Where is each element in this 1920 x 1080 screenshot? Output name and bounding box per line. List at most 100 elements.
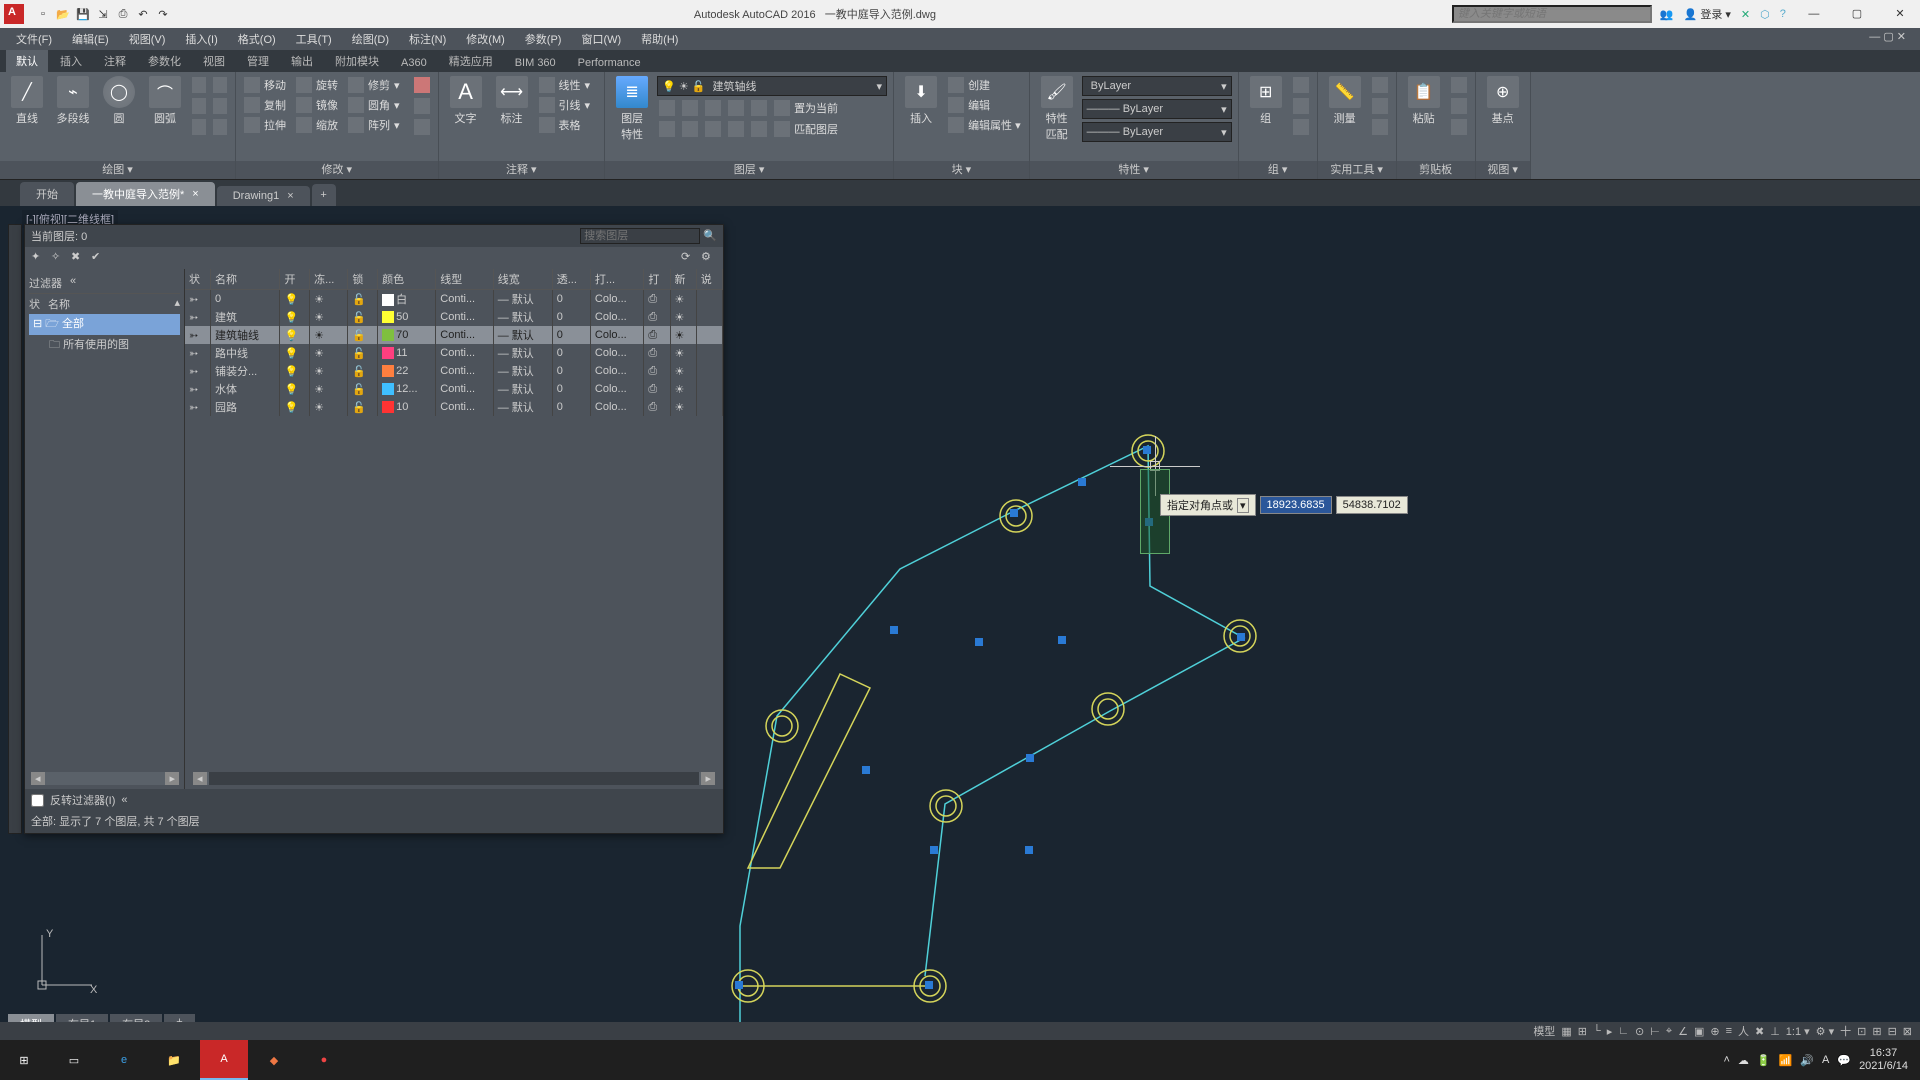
copy-clip-icon[interactable]	[1449, 97, 1469, 115]
menu-window[interactable]: 窗口(W)	[573, 31, 629, 47]
qat-print-icon[interactable]: ⎙	[114, 5, 132, 23]
layer-tool4-icon[interactable]	[726, 99, 746, 117]
status-osnap-icon[interactable]: ⊙	[1635, 1025, 1644, 1038]
layer-col[interactable]: 名称	[211, 269, 280, 290]
maximize-button[interactable]: ▢	[1837, 0, 1877, 28]
newlayer-vp-icon[interactable]: ✧	[51, 250, 67, 266]
layer-col[interactable]: 透...	[552, 269, 590, 290]
grid-scroll-left[interactable]: ◂	[193, 772, 207, 785]
panel-view-label[interactable]: 视图 ▾	[1476, 161, 1530, 179]
ribbon-tab-annotate[interactable]: 注释	[94, 50, 136, 72]
refresh-icon[interactable]: ⟳	[681, 250, 697, 266]
layer-tool6-icon[interactable]	[657, 120, 677, 138]
leader-button[interactable]: 引线 ▾	[537, 96, 593, 114]
menu-tools[interactable]: 工具(T)	[288, 31, 340, 47]
status-annoscale-icon[interactable]: ⊥	[1770, 1025, 1780, 1038]
region-icon[interactable]	[211, 118, 229, 136]
tab-close-icon[interactable]: ×	[287, 190, 293, 202]
layer-search-input[interactable]	[580, 228, 700, 244]
util-1-icon[interactable]	[1370, 76, 1390, 94]
tab-start[interactable]: 开始	[20, 182, 74, 206]
start-button[interactable]: ⊞	[0, 1040, 48, 1080]
qat-undo-icon[interactable]: ↶	[134, 5, 152, 23]
taskbar-clock[interactable]: 16:372021/6/14	[1859, 1047, 1908, 1073]
invert-filter-checkbox[interactable]	[31, 794, 44, 807]
layer-row[interactable]: ➳建筑轴线💡☀🔓70Conti...— 默认0Colo...⎙☀	[185, 326, 723, 344]
taskbar-edge-icon[interactable]: e	[100, 1040, 148, 1080]
ribbon-minimize-icon[interactable]: — ▢ ✕	[1861, 30, 1914, 43]
point-icon[interactable]	[190, 118, 208, 136]
menu-param[interactable]: 参数(P)	[517, 31, 570, 47]
qat-saveas-icon[interactable]: ⇲	[94, 5, 112, 23]
status-gear-icon[interactable]: ⚙ ▾	[1816, 1025, 1834, 1038]
layer-col[interactable]: 说	[696, 269, 722, 290]
signin-button[interactable]: 👤 登录 ▾	[1684, 6, 1731, 22]
tray-volume-icon[interactable]: 🔊	[1800, 1054, 1814, 1067]
group-bbox-icon[interactable]	[1291, 118, 1311, 136]
layer-tool7-icon[interactable]	[680, 120, 700, 138]
layer-tool2-icon[interactable]	[680, 99, 700, 117]
menu-dim[interactable]: 标注(N)	[401, 31, 454, 47]
match-layer-button[interactable]: 匹配图层	[772, 120, 840, 138]
layer-col[interactable]: 线宽	[493, 269, 552, 290]
menu-help[interactable]: 帮助(H)	[633, 31, 686, 47]
status-3d-icon[interactable]: ≡	[1726, 1025, 1732, 1037]
minimize-button[interactable]: —	[1794, 0, 1834, 28]
qat-open-icon[interactable]: 📂	[54, 5, 72, 23]
text-button[interactable]: A文字	[445, 76, 487, 126]
new-tab-button[interactable]: +	[312, 184, 336, 206]
explode-icon[interactable]	[412, 97, 432, 115]
layer-properties-button[interactable]: ≣图层 特性	[611, 76, 653, 142]
tab-drawing-1[interactable]: 一教中庭导入范例*×	[76, 182, 215, 206]
status-polar-icon[interactable]: ▸	[1607, 1025, 1613, 1038]
layer-combo[interactable]: 💡 ☀ 🔓 建筑轴线▾	[657, 76, 887, 96]
status-ws-icon[interactable]: ⊡	[1857, 1025, 1866, 1038]
infocenter-icon[interactable]: 👥	[1660, 8, 1674, 21]
layer-col[interactable]: 锁	[348, 269, 378, 290]
ribbon-tab-output[interactable]: 输出	[281, 50, 323, 72]
erase-icon[interactable]	[412, 76, 432, 94]
tab-drawing-2[interactable]: Drawing1×	[217, 186, 310, 206]
new-layer-icon[interactable]: ✦	[31, 250, 47, 266]
status-custom-icon[interactable]: ⊠	[1903, 1025, 1912, 1038]
palette-dock-handle[interactable]	[8, 224, 22, 834]
basepoint-button[interactable]: ⊕基点	[1482, 76, 1524, 126]
ribbon-tab-default[interactable]: 默认	[6, 50, 48, 72]
group-edit-icon[interactable]	[1291, 97, 1311, 115]
make-current-button[interactable]: 置为当前	[772, 99, 840, 117]
tree-scroll-left[interactable]: ◂	[31, 772, 45, 785]
ribbon-tab-performance[interactable]: Performance	[568, 54, 651, 72]
measure-button[interactable]: 📏测量	[1324, 76, 1366, 126]
layer-tool9-icon[interactable]	[726, 120, 746, 138]
scale-button[interactable]: 缩放	[294, 116, 340, 134]
circle-button[interactable]: ◯圆	[98, 76, 140, 126]
menu-modify[interactable]: 修改(M)	[458, 31, 513, 47]
layer-col[interactable]: 状	[185, 269, 211, 290]
layer-row[interactable]: ➳铺装分...💡☀🔓22Conti...— 默认0Colo...⎙☀	[185, 362, 723, 380]
layer-row[interactable]: ➳园路💡☀🔓10Conti...— 默认0Colo...⎙☀	[185, 398, 723, 416]
qat-save-icon[interactable]: 💾	[74, 5, 92, 23]
status-cycling-icon[interactable]: ⊕	[1710, 1025, 1719, 1038]
panel-block-label[interactable]: 块 ▾	[894, 161, 1029, 179]
status-lw-icon[interactable]: ∠	[1678, 1025, 1688, 1038]
layer-col[interactable]: 新	[670, 269, 696, 290]
layer-tool3-icon[interactable]	[703, 99, 723, 117]
spline-icon[interactable]	[211, 97, 229, 115]
mirror-button[interactable]: 镜像	[294, 96, 340, 114]
arc-button[interactable]: ⌒圆弧	[144, 76, 186, 126]
grid-scroll-right[interactable]: ▸	[701, 772, 715, 785]
ribbon-tab-view[interactable]: 视图	[193, 50, 235, 72]
status-clean-icon[interactable]: ⊟	[1888, 1025, 1897, 1038]
tree-scroll-right[interactable]: ▸	[165, 772, 179, 785]
exchange-icon[interactable]: ✕	[1741, 8, 1750, 21]
ribbon-tab-bim360[interactable]: BIM 360	[505, 54, 566, 72]
layer-row[interactable]: ➳水体💡☀🔓12...Conti...— 默认0Colo...⎙☀	[185, 380, 723, 398]
panel-draw-label[interactable]: 绘图 ▾	[0, 161, 235, 179]
line-button[interactable]: ╱直线	[6, 76, 48, 126]
ribbon-tab-manage[interactable]: 管理	[237, 50, 279, 72]
panel-layers-label[interactable]: 图层 ▾	[605, 161, 893, 179]
panel-props-label[interactable]: 特性 ▾	[1030, 161, 1238, 179]
layer-tool5-icon[interactable]	[749, 99, 769, 117]
qat-new-icon[interactable]: ▫	[34, 5, 52, 23]
insert-block-button[interactable]: ⬇插入	[900, 76, 942, 126]
